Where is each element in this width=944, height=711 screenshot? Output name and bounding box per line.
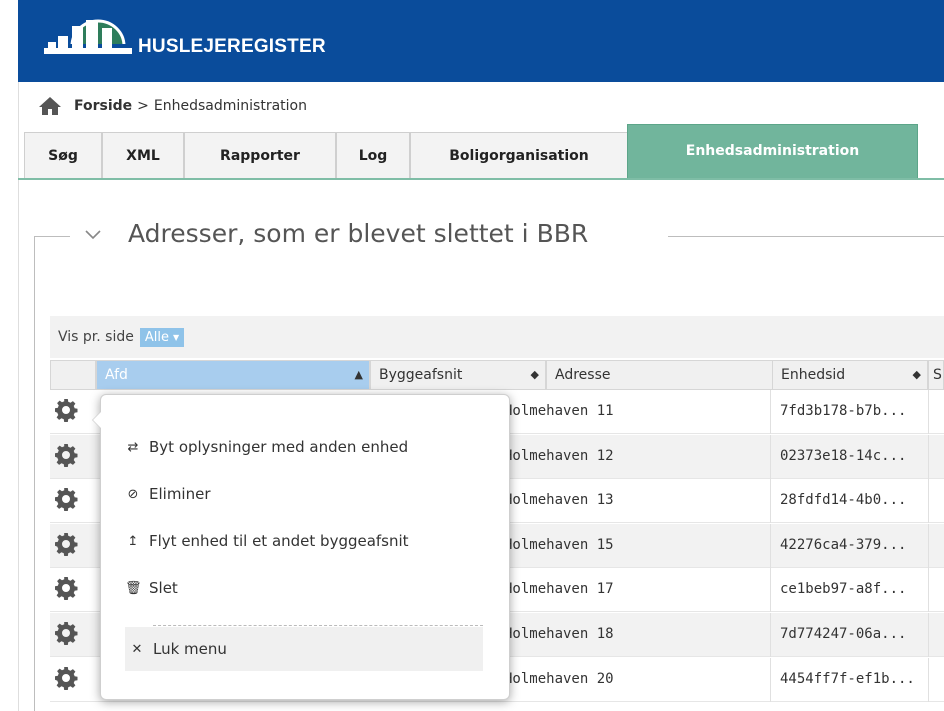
table-toolbar: Vis pr. side Alle ▼	[50, 316, 944, 358]
cell-enhedsid: 4454ff7f-ef1b...	[780, 671, 915, 687]
column-divider	[770, 524, 771, 568]
breadcrumb-home-link[interactable]: Forside	[74, 98, 132, 114]
column-divider	[770, 568, 771, 612]
cell-enhedsid: 42276ca4-379...	[780, 537, 907, 553]
column-header-label: Enhedsid	[781, 367, 846, 383]
table-header: Afd ▲ Byggeafsnit ◆ Adresse ◆ Enhedsid ◆…	[50, 360, 944, 390]
column-divider	[928, 390, 929, 434]
breadcrumb-current: Enhedsadministration	[153, 98, 307, 114]
tab-xml[interactable]: XML	[102, 132, 184, 178]
close-menu-label: Luk menu	[153, 640, 227, 658]
menu-item-swap[interactable]: ⇄ Byt oplysninger med anden enhed	[125, 435, 409, 459]
sort-icon: ◆	[912, 368, 921, 381]
breadcrumb: Forside > Enhedsadministration	[38, 94, 307, 118]
cell-adresse: Holmehaven 20	[504, 671, 614, 687]
app-header: HUSLEJEREGISTER	[18, 0, 944, 82]
gear-icon[interactable]	[54, 398, 78, 422]
cell-enhedsid: 02373e18-14c...	[780, 448, 907, 464]
menu-item-label: Byt oplysninger med anden enhed	[149, 438, 409, 456]
column-header-label: Adresse	[555, 367, 611, 383]
chevron-down-icon[interactable]	[84, 224, 102, 244]
tab-log[interactable]: Log	[336, 132, 410, 178]
ban-icon: ⊘	[127, 486, 139, 502]
cell-enhedsid: 7fd3b178-b7b...	[780, 403, 907, 419]
column-header-byggeafsnit[interactable]: Byggeafsnit ◆	[370, 360, 546, 390]
cell-adresse: Holmehaven 17	[504, 581, 614, 597]
tab-rapporter[interactable]: Rapporter	[184, 132, 336, 178]
column-divider	[928, 524, 929, 568]
section-border-left	[34, 236, 70, 237]
column-divider	[928, 479, 929, 523]
column-header-s[interactable]: S	[928, 360, 944, 390]
cell-enhedsid: 28fdfd14-4b0...	[780, 492, 907, 508]
gear-icon[interactable]	[54, 666, 78, 690]
cell-enhedsid: 7d774247-06a...	[780, 626, 907, 642]
menu-pointer	[92, 411, 101, 429]
gear-icon[interactable]	[54, 621, 78, 645]
column-header-enhedsid[interactable]: Enhedsid ◆	[772, 360, 928, 390]
sort-icon: ◆	[530, 368, 539, 381]
column-divider	[770, 613, 771, 657]
page-size-value: Alle	[144, 329, 169, 345]
app-title: HUSLEJEREGISTER	[138, 36, 326, 57]
section-border-right	[668, 236, 944, 237]
gear-icon[interactable]	[54, 443, 78, 467]
swap-icon: ⇄	[127, 439, 139, 455]
column-divider	[928, 658, 929, 702]
menu-item-label: Flyt enhed til et andet byggeafsnit	[149, 532, 409, 550]
page-size-label: Vis pr. side	[58, 329, 134, 345]
section-border-vertical	[34, 236, 35, 711]
gear-icon[interactable]	[54, 532, 78, 556]
cell-enhedsid: ce1beb97-a8f...	[780, 581, 907, 597]
column-header-label: S	[933, 367, 942, 383]
move-icon: ↥	[127, 533, 139, 549]
menu-item-eliminer[interactable]: ⊘ Eliminer	[125, 482, 211, 506]
cell-adresse: Holmehaven 18	[504, 626, 614, 642]
cell-adresse: Holmehaven 12	[504, 448, 614, 464]
column-header-label: Afd	[105, 367, 128, 383]
breadcrumb-separator: >	[137, 98, 149, 114]
column-divider	[928, 568, 929, 612]
tab-boligorganisation[interactable]: Boligorganisation	[410, 132, 628, 178]
section-title: Adresser, som er blevet slettet i BBR	[128, 219, 589, 248]
cell-adresse: Holmehaven 13	[504, 492, 614, 508]
close-menu-button[interactable]: ✕ Luk menu	[125, 627, 483, 671]
cell-adresse: Holmehaven 15	[504, 537, 614, 553]
menu-divider	[153, 625, 483, 626]
page-border	[18, 0, 19, 711]
sort-ascending-icon: ▲	[354, 368, 363, 381]
gear-icon[interactable]	[54, 487, 78, 511]
menu-item-label: Eliminer	[149, 485, 211, 503]
row-context-menu: ⇄ Byt oplysninger med anden enhed ⊘ Elim…	[92, 394, 510, 700]
column-divider	[770, 390, 771, 434]
menu-item-label: Slet	[149, 579, 178, 597]
close-icon: ✕	[131, 641, 143, 657]
column-header-actions	[50, 360, 96, 390]
column-divider	[928, 435, 929, 479]
column-header-afd[interactable]: Afd ▲	[96, 360, 370, 390]
column-divider	[770, 658, 771, 702]
tab-enhedsadministration[interactable]: Enhedsadministration	[627, 124, 918, 180]
tab-sog[interactable]: Søg	[24, 132, 102, 178]
logo-icon[interactable]	[28, 10, 136, 72]
menu-item-move[interactable]: ↥ Flyt enhed til et andet byggeafsnit	[125, 529, 409, 553]
page-size-select[interactable]: Alle ▼	[139, 327, 185, 347]
column-divider	[770, 479, 771, 523]
cell-adresse: Holmehaven 11	[504, 403, 614, 419]
gear-icon[interactable]	[54, 576, 78, 600]
column-divider	[928, 613, 929, 657]
tabs-underline	[18, 178, 944, 180]
column-header-label: Byggeafsnit	[379, 367, 463, 383]
trash-icon: 🗑	[125, 580, 142, 596]
caret-down-icon: ▼	[172, 332, 180, 342]
column-divider	[770, 435, 771, 479]
home-icon[interactable]	[38, 96, 62, 116]
menu-item-delete[interactable]: 🗑 Slet	[125, 576, 178, 600]
